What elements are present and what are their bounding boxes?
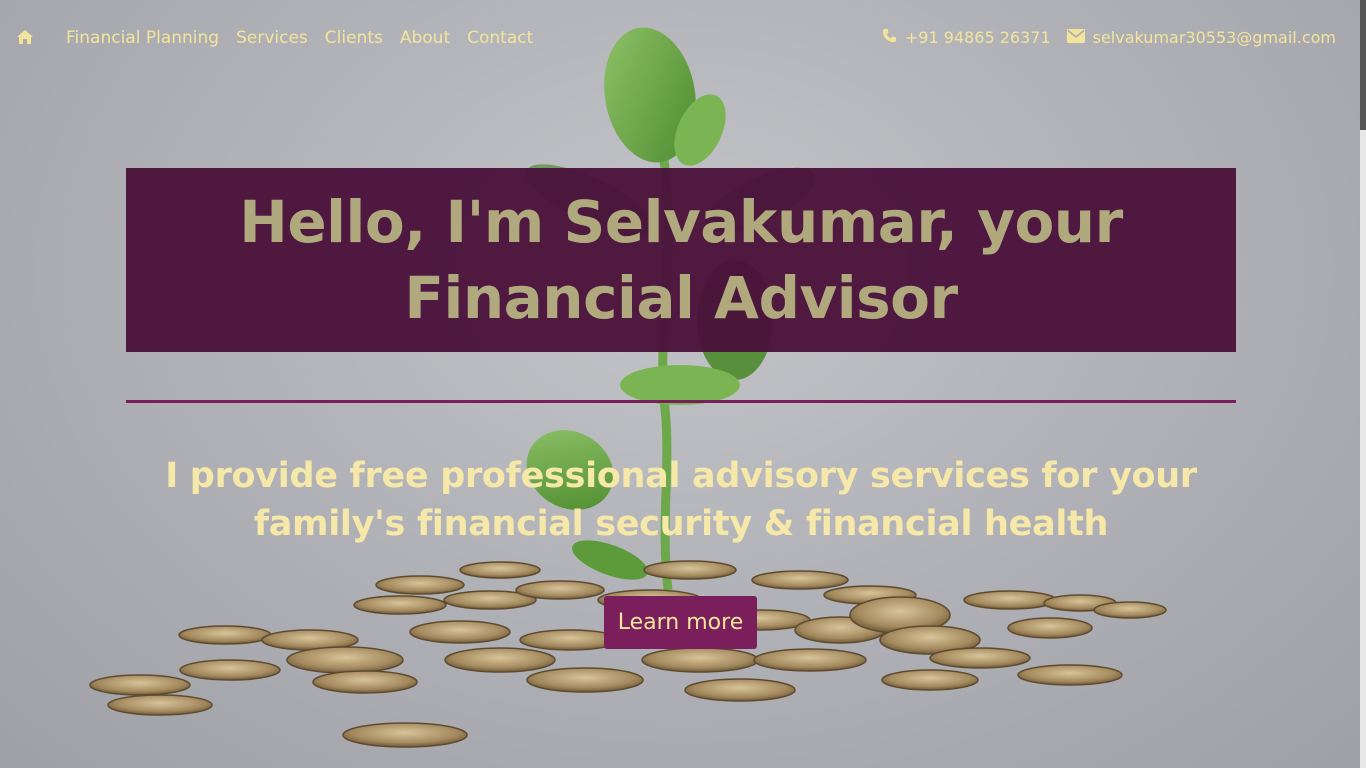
hero-divider — [126, 400, 1236, 403]
scrollbar-thumb[interactable] — [1360, 0, 1366, 130]
email-contact[interactable]: selvakumar30553@gmail.com — [1066, 28, 1336, 47]
page-scrollbar[interactable] — [1360, 0, 1366, 768]
hero-title: Hello, I'm Selvakumar, your Financial Ad… — [239, 188, 1123, 332]
envelope-icon — [1066, 28, 1093, 47]
hero-tagline: I provide free professional advisory ser… — [165, 456, 1197, 544]
learn-more-button[interactable]: Learn more — [604, 596, 757, 649]
hero-title-box: Hello, I'm Selvakumar, your Financial Ad… — [126, 168, 1236, 352]
phone-number: +91 94865 26371 — [904, 28, 1051, 47]
nav-menu: Financial Planning Services Clients Abou… — [16, 28, 550, 48]
hero-background-image — [89, 27, 1167, 748]
phone-contact[interactable]: +91 94865 26371 — [882, 28, 1051, 47]
nav-link-services[interactable]: Services — [236, 28, 308, 48]
email-address: selvakumar30553@gmail.com — [1092, 28, 1336, 47]
nav-link-about[interactable]: About — [400, 28, 450, 48]
contact-info: +91 94865 26371 selvakumar30553@gmail.co… — [866, 28, 1336, 47]
nav-link-financial-planning[interactable]: Financial Planning — [66, 28, 219, 48]
nav-link-contact[interactable]: Contact — [467, 28, 533, 48]
nav-link-clients[interactable]: Clients — [325, 28, 383, 48]
phone-icon — [882, 28, 905, 47]
top-navigation: Financial Planning Services Clients Abou… — [0, 0, 1366, 80]
home-icon[interactable] — [16, 29, 34, 47]
